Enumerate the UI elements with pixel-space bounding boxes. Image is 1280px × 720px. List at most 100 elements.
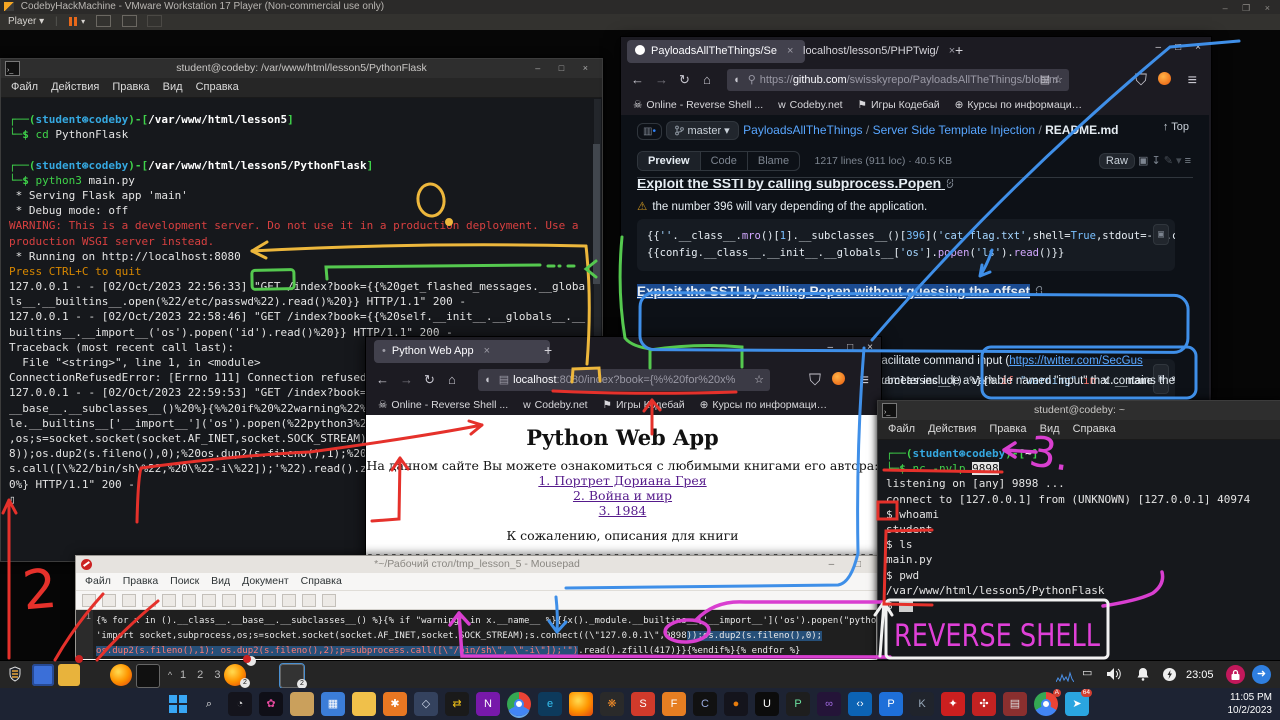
menu-view[interactable]: Вид: [1040, 420, 1060, 439]
file-explorer-icon[interactable]: [352, 692, 376, 716]
unreal-icon[interactable]: U: [755, 692, 779, 716]
search-icon[interactable]: ⌕: [197, 692, 221, 716]
portrait-app-icon[interactable]: [290, 692, 314, 716]
copy-code-icon[interactable]: ▣: [1153, 224, 1169, 245]
menu-help[interactable]: Справка: [301, 575, 342, 587]
kali-app-icon[interactable]: K: [910, 692, 934, 716]
breadcrumb-folder[interactable]: Server Side Template Injection: [873, 123, 1036, 137]
tab-blame[interactable]: Blame: [748, 152, 799, 170]
branch-selector[interactable]: master ▾: [666, 121, 738, 140]
tab-code[interactable]: Code: [701, 152, 748, 170]
twitter-link[interactable]: https://twitter.com/SecGus: [1009, 355, 1143, 367]
start-icon[interactable]: [166, 692, 190, 716]
toolbar-icon[interactable]: [182, 594, 196, 607]
bookmark-reverse-shell[interactable]: Online - Reverse Shell ...: [391, 399, 508, 411]
tab1-close-icon[interactable]: ×: [787, 45, 793, 57]
menu-actions[interactable]: Действия: [51, 78, 99, 97]
vmware-app-icon[interactable]: ◇: [414, 692, 438, 716]
webapp-window-controls[interactable]: –□×: [814, 342, 873, 353]
war-thunder-icon[interactable]: ✦: [941, 692, 965, 716]
windows-clock[interactable]: 11:05 PM 10/2/2023: [1228, 691, 1273, 717]
bookmark-codeby[interactable]: Codeby.net: [790, 99, 843, 111]
forward-button[interactable]: →: [400, 372, 413, 387]
pinwheel-app-icon[interactable]: ✿: [259, 692, 283, 716]
edge-icon[interactable]: e: [538, 692, 562, 716]
tab-preview[interactable]: Preview: [638, 152, 701, 170]
menu-edit[interactable]: Правка: [989, 420, 1026, 439]
virtualbox-icon[interactable]: ✱: [383, 692, 407, 716]
book-link-2[interactable]: 2. Война и мир: [366, 488, 879, 503]
lock-screen-icon[interactable]: [1226, 665, 1245, 684]
menu-view[interactable]: Вид: [163, 78, 183, 97]
menu-file[interactable]: Файл: [11, 78, 38, 97]
cinema4d-icon[interactable]: C: [693, 692, 717, 716]
copy-icon[interactable]: ▣: [1138, 155, 1148, 167]
toolbar-icon[interactable]: [102, 594, 116, 607]
forward-button[interactable]: →: [655, 72, 668, 87]
bookmark-courses[interactable]: Курсы по информаци…: [712, 399, 827, 411]
toolbar-icon[interactable]: [322, 594, 336, 607]
reload-button[interactable]: ↻: [424, 372, 435, 388]
toolbar-icon[interactable]: [82, 594, 96, 607]
display-icon[interactable]: ▭: [1082, 666, 1092, 679]
bookmark-star-icon[interactable]: ☆: [754, 369, 764, 391]
p-app-icon[interactable]: P: [879, 692, 903, 716]
vscode-icon[interactable]: ‹›: [848, 692, 872, 716]
send-ctrl-alt-del-icon[interactable]: [96, 15, 111, 27]
book-link-1[interactable]: 1. Портрет Дориана Грея: [366, 473, 879, 488]
menu-help[interactable]: Справка: [196, 78, 239, 97]
toolbar-icon[interactable]: [142, 594, 156, 607]
bookmark-reverse-shell[interactable]: Online - Reverse Shell ...: [646, 99, 763, 111]
menu-icon[interactable]: ≡: [1188, 72, 1197, 90]
menu-view[interactable]: Вид: [211, 575, 230, 587]
desktop-icon[interactable]: [32, 664, 54, 686]
book-link-3[interactable]: 3. 1984: [366, 503, 879, 518]
bookmark-courses[interactable]: Курсы по информаци…: [967, 99, 1082, 111]
fl-studio-icon[interactable]: ❋: [600, 692, 624, 716]
tab-localhost-phptwig[interactable]: localhost/lesson5/PHPTwig/×: [795, 40, 961, 63]
f-app-icon[interactable]: F: [662, 692, 686, 716]
menu-search[interactable]: Поиск: [170, 575, 199, 587]
pause-button[interactable]: ▾: [68, 14, 85, 30]
speedtest-icon[interactable]: ◔: [228, 692, 252, 716]
onenote-icon[interactable]: N: [476, 692, 500, 716]
launcher-expand-icon[interactable]: ^: [164, 664, 176, 686]
chrome-icon[interactable]: [507, 692, 531, 716]
power-manager-icon[interactable]: [1162, 667, 1177, 687]
toolbar-icon[interactable]: [222, 594, 236, 607]
mousepad-editor[interactable]: 1 {% for x in ().__class__.__base__.__su…: [76, 610, 876, 659]
terminal1-window-controls[interactable]: – □ ×: [535, 59, 596, 78]
menu-file[interactable]: Файл: [85, 575, 111, 587]
top-link[interactable]: ↑ Top: [1163, 121, 1189, 133]
toolbar-icon[interactable]: [162, 594, 176, 607]
telegram-icon[interactable]: ➤64: [1065, 692, 1089, 716]
app-menu-icon[interactable]: [4, 664, 26, 686]
webapp-urlbar[interactable]: ◖ ▤localhost:8080/index?book={%%20for%20…: [478, 369, 770, 391]
extension-icon[interactable]: [832, 372, 845, 390]
terminal1-titlebar[interactable]: student@codeby: /var/www/html/lesson5/Py…: [1, 59, 602, 78]
terminal2-output[interactable]: ┌──(student⊛codeby)-[~]└─$ nc -nvlp 9898…: [878, 440, 1280, 613]
download-icon[interactable]: ↧: [1151, 155, 1160, 167]
blender-icon[interactable]: ●: [724, 692, 748, 716]
toolbar-icon[interactable]: [122, 594, 136, 607]
terminal2-titlebar[interactable]: student@codeby: ~: [878, 401, 1280, 420]
reload-button[interactable]: ↻: [679, 72, 690, 88]
sidebar-toggle-icon[interactable]: ▥•: [637, 123, 662, 140]
extension-icon[interactable]: [1158, 72, 1171, 90]
calendar-icon[interactable]: ▦: [321, 692, 345, 716]
player-menu[interactable]: Player ▾: [8, 14, 44, 30]
file-manager-icon[interactable]: [58, 664, 80, 686]
tab-close-icon[interactable]: ×: [484, 345, 490, 357]
notification-bell-icon[interactable]: [1136, 667, 1150, 686]
edit-icon[interactable]: ✎ ▾: [1164, 155, 1182, 167]
new-tab-button[interactable]: +: [544, 342, 552, 358]
mousepad-window-controls[interactable]: – □: [829, 556, 870, 573]
s-app-icon[interactable]: S: [631, 692, 655, 716]
pocket-icon[interactable]: ⛉: [1135, 72, 1147, 90]
menu-document[interactable]: Документ: [242, 575, 289, 587]
firefox-icon[interactable]: [569, 692, 593, 716]
toolbar-icon[interactable]: [262, 594, 276, 607]
outline-icon[interactable]: ≡: [1185, 155, 1191, 167]
visual-studio-icon[interactable]: ∞: [817, 692, 841, 716]
firefox-launcher-icon[interactable]: [110, 664, 132, 686]
